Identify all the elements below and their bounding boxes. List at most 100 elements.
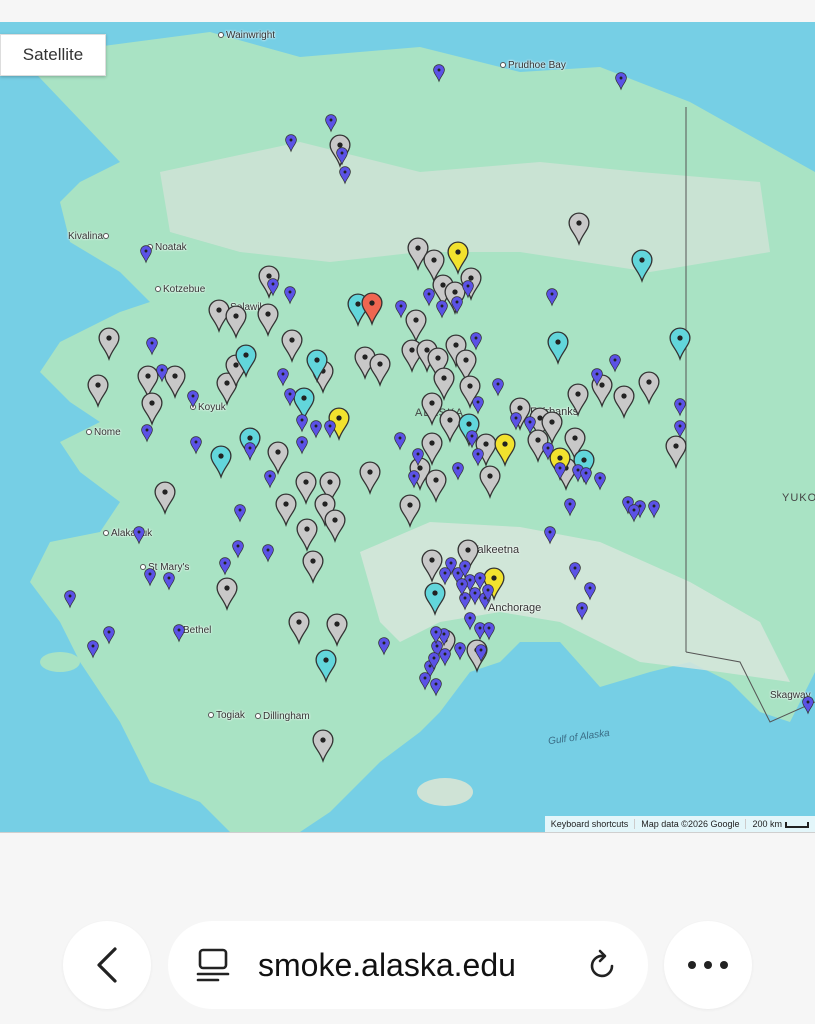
map-marker-cyan[interactable]: [669, 327, 691, 361]
map-marker-blue-small[interactable]: [452, 462, 464, 481]
map-marker-gray[interactable]: [568, 212, 590, 246]
map-marker-gray[interactable]: [281, 329, 303, 363]
keyboard-shortcuts-link[interactable]: Keyboard shortcuts: [545, 819, 635, 829]
map-marker-blue-small[interactable]: [430, 678, 442, 697]
map-marker-blue-small[interactable]: [466, 430, 478, 449]
map-marker-blue-small[interactable]: [378, 637, 390, 656]
map-marker-blue-small[interactable]: [408, 470, 420, 489]
map-marker-blue-small[interactable]: [296, 414, 308, 433]
map-marker-blue-small[interactable]: [451, 296, 463, 315]
map-marker-blue-small[interactable]: [324, 420, 336, 439]
more-options-button[interactable]: [664, 921, 752, 1009]
map-marker-cyan[interactable]: [631, 249, 653, 283]
map-marker-gray[interactable]: [87, 374, 109, 408]
map-marker-blue-small[interactable]: [395, 300, 407, 319]
map-marker-blue-small[interactable]: [472, 448, 484, 467]
map-marker-gray[interactable]: [425, 469, 447, 503]
map-marker-gray[interactable]: [275, 493, 297, 527]
map-marker-blue-small[interactable]: [336, 147, 348, 166]
map-marker-blue-small[interactable]: [277, 368, 289, 387]
map-marker-gray[interactable]: [98, 327, 120, 361]
map-marker-yellow[interactable]: [494, 433, 516, 467]
map-marker-blue-small[interactable]: [412, 448, 424, 467]
map-marker-blue-small[interactable]: [674, 398, 686, 417]
map-marker-cyan[interactable]: [547, 331, 569, 365]
map-marker-blue-small[interactable]: [546, 288, 558, 307]
map-view[interactable]: Satellite Wainwright Prudhoe Bay Kivalin…: [0, 22, 815, 832]
map-marker-blue-small[interactable]: [433, 64, 445, 83]
map-marker-gray[interactable]: [326, 613, 348, 647]
map-marker-blue-small[interactable]: [264, 470, 276, 489]
map-data-credit[interactable]: Map data ©2026 Google: [634, 819, 745, 829]
map-marker-blue-small[interactable]: [285, 134, 297, 153]
map-marker-cyan[interactable]: [235, 344, 257, 378]
map-marker-blue-small[interactable]: [459, 560, 471, 579]
map-marker-blue-small[interactable]: [428, 652, 440, 671]
map-marker-blue-small[interactable]: [569, 562, 581, 581]
map-marker-blue-small[interactable]: [394, 432, 406, 451]
map-marker-blue-small[interactable]: [648, 500, 660, 519]
map-marker-blue-small[interactable]: [580, 467, 592, 486]
map-marker-gray[interactable]: [296, 518, 318, 552]
map-marker-cyan[interactable]: [315, 649, 337, 683]
map-marker-blue-small[interactable]: [219, 557, 231, 576]
map-marker-gray[interactable]: [154, 481, 176, 515]
map-marker-blue-small[interactable]: [430, 626, 442, 645]
map-marker-gray[interactable]: [613, 385, 635, 419]
map-marker-gray[interactable]: [479, 465, 501, 499]
scale-indicator[interactable]: 200 km: [745, 819, 815, 829]
map-marker-gray[interactable]: [225, 305, 247, 339]
map-marker-blue-small[interactable]: [144, 568, 156, 587]
map-marker-blue-small[interactable]: [146, 337, 158, 356]
map-marker-blue-small[interactable]: [475, 644, 487, 663]
map-marker-blue-small[interactable]: [594, 472, 606, 491]
map-marker-gray[interactable]: [324, 509, 346, 543]
map-marker-gray[interactable]: [638, 371, 660, 405]
map-marker-blue-small[interactable]: [103, 626, 115, 645]
map-marker-gray[interactable]: [399, 494, 421, 528]
address-bar[interactable]: smoke.alaska.edu: [168, 921, 648, 1009]
map-marker-blue-small[interactable]: [483, 622, 495, 641]
map-marker-gray[interactable]: [665, 435, 687, 469]
map-marker-cyan[interactable]: [210, 445, 232, 479]
map-marker-blue-small[interactable]: [141, 424, 153, 443]
map-marker-gray[interactable]: [359, 461, 381, 495]
map-marker-blue-small[interactable]: [173, 624, 185, 643]
map-marker-blue-small[interactable]: [542, 442, 554, 461]
map-marker-blue-small[interactable]: [628, 504, 640, 523]
reader-mode-icon[interactable]: [196, 947, 230, 983]
map-marker-blue-small[interactable]: [439, 567, 451, 586]
map-marker-blue-small[interactable]: [436, 300, 448, 319]
map-marker-red[interactable]: [361, 292, 383, 326]
map-marker-blue-small[interactable]: [564, 498, 576, 517]
map-marker-blue-small[interactable]: [615, 72, 627, 91]
map-marker-blue-small[interactable]: [244, 442, 256, 461]
map-marker-blue-small[interactable]: [284, 286, 296, 305]
map-marker-blue-small[interactable]: [232, 540, 244, 559]
map-marker-blue-small[interactable]: [492, 378, 504, 397]
map-marker-blue-small[interactable]: [296, 436, 308, 455]
satellite-map-type-button[interactable]: Satellite: [0, 34, 106, 76]
map-marker-blue-small[interactable]: [423, 288, 435, 307]
map-marker-blue-small[interactable]: [325, 114, 337, 133]
reload-icon[interactable]: [586, 948, 620, 982]
map-marker-gray[interactable]: [567, 383, 589, 417]
map-marker-blue-small[interactable]: [140, 245, 152, 264]
map-marker-blue-small[interactable]: [87, 640, 99, 659]
map-marker-blue-small[interactable]: [544, 526, 556, 545]
map-marker-blue-small[interactable]: [674, 420, 686, 439]
map-marker-gray[interactable]: [405, 309, 427, 343]
map-marker-gray[interactable]: [141, 392, 163, 426]
map-marker-gray[interactable]: [288, 611, 310, 645]
map-marker-cyan[interactable]: [306, 349, 328, 383]
back-button[interactable]: [63, 921, 151, 1009]
map-marker-blue-small[interactable]: [163, 572, 175, 591]
map-marker-blue-small[interactable]: [584, 582, 596, 601]
map-marker-blue-small[interactable]: [187, 390, 199, 409]
map-marker-blue-small[interactable]: [454, 642, 466, 661]
url-text[interactable]: smoke.alaska.edu: [258, 947, 586, 984]
map-marker-gray[interactable]: [369, 353, 391, 387]
map-marker-blue-small[interactable]: [262, 544, 274, 563]
map-marker-blue-small[interactable]: [339, 166, 351, 185]
map-marker-blue-small[interactable]: [524, 416, 536, 435]
